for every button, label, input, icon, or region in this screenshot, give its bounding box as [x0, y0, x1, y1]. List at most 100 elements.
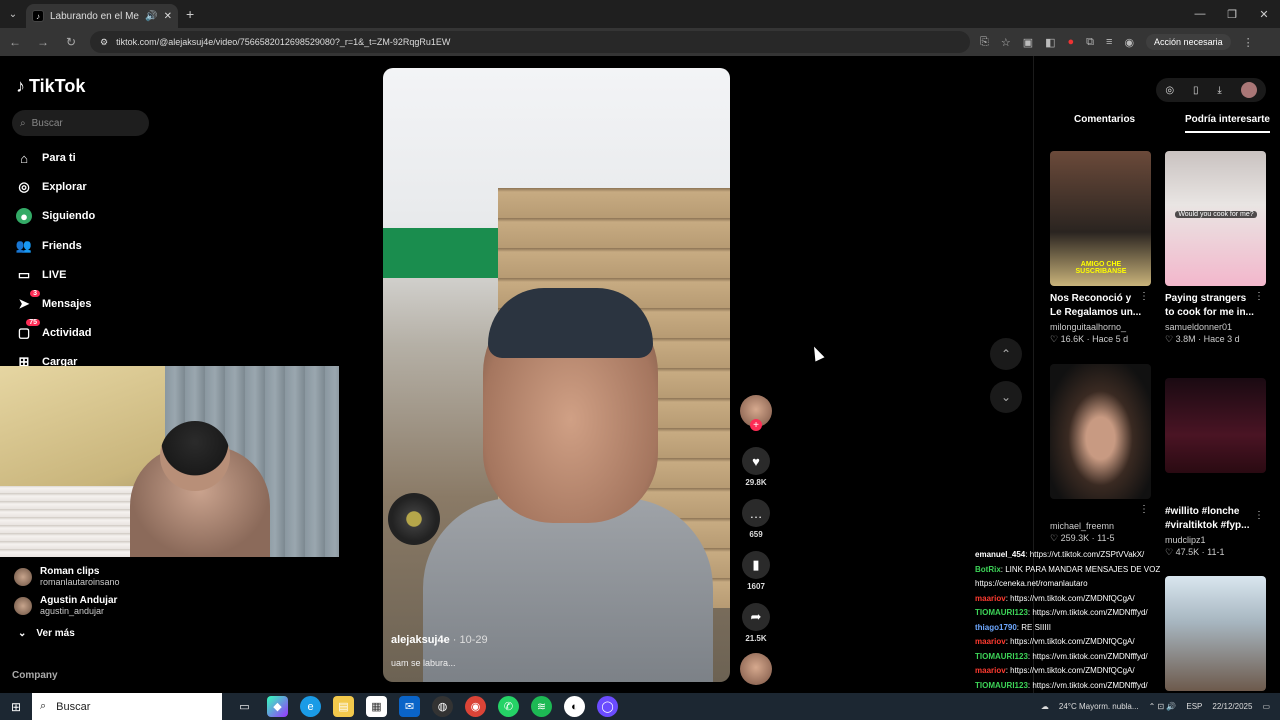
maximize-icon[interactable]: ❐ — [1216, 0, 1248, 28]
taskbar-search[interactable]: ⌕ Buscar — [32, 693, 222, 720]
recommended-video-card[interactable]: #willito #lonche #viraltiktok #fyp... mu… — [1165, 378, 1266, 558]
more-options-icon[interactable]: ⋮ — [1139, 291, 1149, 302]
store-icon[interactable]: ▦ — [366, 696, 387, 717]
tab-recommended[interactable]: Podría interesarte — [1184, 114, 1270, 133]
chat-text: : https://vt.tiktok.com/ZSPtVVakX/ — [1025, 550, 1145, 559]
recording-icon[interactable]: ● — [1068, 36, 1075, 48]
see-more-button[interactable]: ⌄ Ver más — [18, 628, 75, 639]
copilot-icon[interactable]: ◆ — [267, 696, 288, 717]
search-input[interactable]: ⌕ Buscar — [12, 110, 149, 136]
card-title[interactable]: Paying strangers to cook for me in... — [1165, 292, 1257, 320]
following-account[interactable]: Agustin Andujar agustin_andujar — [14, 595, 117, 616]
tab-comments[interactable]: Comentarios — [1074, 114, 1135, 133]
nav-explore[interactable]: ◎ Explorar — [16, 179, 86, 195]
reload-icon[interactable]: ↻ — [62, 35, 80, 49]
card-stats: ♡ 47.5K · 11-1 — [1165, 547, 1225, 557]
browser-menu-icon[interactable]: ⋮ — [1243, 36, 1254, 49]
compass-icon: ◎ — [18, 179, 30, 194]
weather-text[interactable]: 24°C Mayorm. nubla... — [1059, 702, 1139, 711]
install-app-icon[interactable]: ⎘ — [980, 36, 989, 49]
nav-friends[interactable]: 👥 Friends — [16, 238, 82, 254]
chat-username: TIOMAURI123 — [975, 680, 1028, 690]
nav-messages[interactable]: ➤ 3 Mensajes — [16, 290, 92, 312]
sound-avatar[interactable] — [740, 653, 772, 685]
download-icon[interactable]: ⤓ — [1217, 85, 1221, 96]
video-author[interactable]: alejaksuj4e · 10-29 — [391, 634, 488, 646]
more-options-icon[interactable]: ⋮ — [1139, 504, 1149, 515]
avatar[interactable] — [1240, 82, 1257, 98]
browser-tab[interactable]: ♪ Laburando en el Mercado 🔊 ✕ — [26, 4, 178, 28]
github-icon[interactable]: ◐ — [564, 696, 585, 717]
next-video-button[interactable]: ⌄ — [990, 381, 1022, 413]
comment-button[interactable]: … 659 — [740, 499, 772, 539]
previous-video-button[interactable]: ⌃ — [990, 338, 1022, 370]
card-title[interactable]: #willito #lonche #viraltiktok #fyp... — [1165, 505, 1257, 533]
video-thumbnail[interactable]: AMIGO CHE SUSCRIBANSE — [1050, 151, 1151, 286]
tiktok-logo[interactable]: ♪ TikTok — [16, 76, 85, 97]
app-icon[interactable]: ◯ — [597, 696, 618, 717]
weather-icon[interactable]: ☁ — [1041, 702, 1049, 711]
card-title[interactable]: Nos Reconoció y Le Regalamos un... — [1050, 292, 1142, 320]
nav-following[interactable]: ● Siguiendo — [16, 208, 95, 224]
close-window-icon[interactable]: ✕ — [1248, 0, 1280, 28]
outlook-icon[interactable]: ✉ — [399, 696, 420, 717]
card-username[interactable]: samueldonner01 — [1165, 322, 1266, 332]
card-username[interactable]: mudclipz1 — [1165, 535, 1266, 545]
like-button[interactable]: ♥ 29.8K — [740, 447, 772, 487]
chrome-icon[interactable]: ◉ — [465, 696, 486, 717]
video-player[interactable]: alejaksuj4e · 10-29 uam se labura... — [383, 68, 730, 682]
task-view-icon[interactable]: ▭ — [234, 696, 255, 717]
tab-search-icon[interactable]: ⌄ — [0, 0, 26, 28]
card-username[interactable]: michael_freemn — [1050, 521, 1151, 531]
whatsapp-icon[interactable]: ✆ — [498, 696, 519, 717]
recommended-video-card[interactable]: Would you cook for me? Paying strangers … — [1165, 151, 1266, 345]
site-info-icon[interactable]: ⚙ — [100, 37, 108, 48]
close-tab-icon[interactable]: ✕ — [164, 11, 172, 22]
windows-start-icon[interactable]: ⊞ — [0, 700, 32, 714]
tray-icons[interactable]: ⌃ ⊡ 🔊 — [1149, 702, 1177, 711]
video-thumbnail[interactable] — [1050, 364, 1151, 499]
save-button[interactable]: ▮ 1607 — [740, 551, 772, 591]
file-explorer-icon[interactable]: ▤ — [333, 696, 354, 717]
mouse-cursor-icon — [809, 344, 825, 362]
profile-icon[interactable]: ◉ — [1124, 36, 1134, 49]
follow-plus-icon[interactable]: + — [750, 419, 762, 431]
action-needed-button[interactable]: Acción necesaria — [1146, 34, 1231, 50]
new-tab-icon[interactable]: + — [186, 6, 194, 22]
extension-icon[interactable]: ◧ — [1045, 36, 1055, 49]
chat-text: : https://vm.tiktok.com/ZMDNfQCgA/ — [1005, 637, 1135, 646]
more-options-icon[interactable]: ⋮ — [1254, 291, 1264, 302]
obs-icon[interactable]: ◍ — [432, 696, 453, 717]
following-account[interactable]: Roman clips romanlautaroinsano — [14, 566, 120, 587]
recommended-video-card[interactable]: AMIGO CHE SUSCRIBANSE Nos Reconoció y Le… — [1050, 151, 1151, 345]
creator-avatar[interactable]: + — [740, 395, 772, 431]
phone-icon[interactable]: ▯ — [1193, 85, 1199, 96]
speaker-icon[interactable]: 🔊 — [145, 11, 157, 22]
compass-icon[interactable]: ◎ — [1165, 85, 1174, 96]
url-field[interactable]: ⚙ tiktok.com/@alejaksuj4e/video/75665820… — [90, 31, 970, 53]
edge-icon[interactable]: e — [300, 696, 321, 717]
nav-for-you[interactable]: ⌂ Para ti — [16, 150, 76, 166]
nav-activity[interactable]: ▢ 75 Actividad — [16, 319, 92, 341]
recommended-video-card[interactable]: michael_freemn ♡ 259.3K · 11-5 ⋮ — [1050, 364, 1151, 544]
puzzle-icon[interactable]: ⧉ — [1086, 36, 1094, 49]
clock[interactable]: 22/12/2025 — [1212, 702, 1252, 711]
media-icon[interactable]: ≡ — [1106, 36, 1112, 48]
minimize-icon[interactable]: — — [1184, 0, 1216, 28]
video-thumbnail[interactable] — [1165, 576, 1266, 691]
more-options-icon[interactable]: ⋮ — [1254, 510, 1264, 521]
video-thumbnail[interactable] — [1165, 378, 1266, 473]
company-link[interactable]: Company — [12, 670, 58, 681]
card-title[interactable] — [1050, 505, 1142, 519]
nav-live[interactable]: ▭ LIVE — [16, 267, 67, 283]
back-icon[interactable]: ← — [6, 35, 24, 49]
card-username[interactable]: milonguitaalhorno_ — [1050, 322, 1151, 332]
share-button[interactable]: ➦ 21.5K — [740, 603, 772, 643]
forward-icon[interactable]: → — [34, 35, 52, 49]
spotify-icon[interactable]: ≋ — [531, 696, 552, 717]
language-indicator[interactable]: ESP — [1186, 702, 1202, 711]
notifications-icon[interactable]: ▭ — [1262, 702, 1270, 711]
video-thumbnail[interactable]: Would you cook for me? — [1165, 151, 1266, 286]
bookmark-star-icon[interactable]: ☆ — [1001, 36, 1011, 49]
translate-icon[interactable]: ▣ — [1023, 36, 1033, 49]
